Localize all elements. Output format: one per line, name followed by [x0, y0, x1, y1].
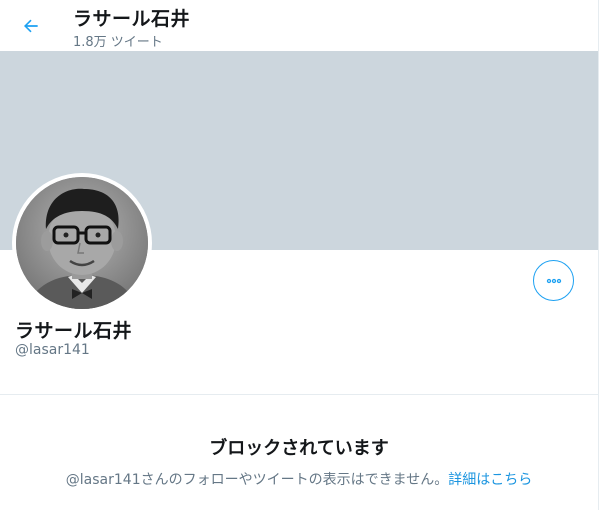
- arrow-left-icon: [24, 19, 38, 33]
- blocked-message: @lasar141さんのフォローやツイートの表示はできません。詳細はこちら: [0, 469, 598, 489]
- profile-handle: @lasar141: [15, 342, 90, 358]
- back-button[interactable]: [14, 9, 48, 43]
- avatar[interactable]: [12, 173, 152, 313]
- blocked-title: ブロックされています: [209, 438, 389, 459]
- learn-more-link[interactable]: 詳細はこちら: [448, 472, 532, 488]
- tweet-count: 1.8万 ツイート: [73, 35, 163, 50]
- blocked-message-text: @lasar141さんのフォローやツイートの表示はできません。: [65, 472, 449, 488]
- profile-page: ラサール石井 1.8万 ツイート ラサール石井 @lasar141 ブロックされ…: [0, 0, 599, 510]
- section-divider: [0, 394, 598, 395]
- profile-display-name: ラサール石井: [15, 320, 133, 342]
- header-title: ラサール石井: [73, 8, 191, 30]
- more-button[interactable]: [533, 260, 574, 301]
- more-horizontal-icon: [546, 278, 561, 283]
- avatar-image: [16, 177, 148, 309]
- top-header: ラサール石井 1.8万 ツイート: [0, 0, 598, 51]
- avatar-photo: [16, 177, 148, 309]
